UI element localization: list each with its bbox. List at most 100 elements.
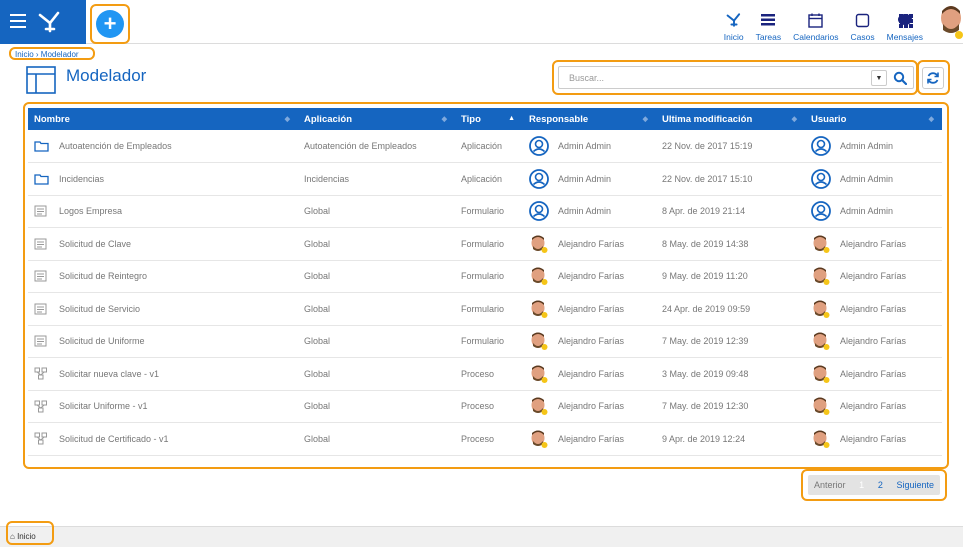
- admin-avatar-icon: [529, 201, 549, 222]
- cell-aplicacion: Incidencias: [298, 162, 455, 196]
- col-tipo[interactable]: Tipo ▲: [455, 108, 523, 130]
- search-box[interactable]: Buscar... ▼: [558, 66, 914, 89]
- breadcrumb[interactable]: Inicio › Modelador: [12, 49, 82, 60]
- table-row[interactable]: Solicitud de Certificado - v1 Global Proce…: [28, 422, 942, 456]
- row-name: Solicitud de Reintegro: [59, 271, 148, 282]
- cell-tipo: Proceso: [455, 390, 523, 423]
- user-name: Alejandro Farías: [840, 401, 907, 412]
- apps-grid-icon[interactable]: [899, 14, 913, 28]
- table-row[interactable]: Solicitar Uniforme - v1 Global Proceso Alej…: [28, 390, 942, 423]
- app-logo-icon[interactable]: [36, 8, 64, 36]
- cell-nombre[interactable]: Solicitar Uniforme - v1: [28, 390, 298, 423]
- footer-home-label: Inicio: [17, 532, 36, 541]
- owner-name: Admin Admin: [558, 206, 612, 217]
- chevron-down-icon[interactable]: ▼: [871, 70, 887, 86]
- user-photo-avatar: [813, 365, 830, 383]
- col-ultima-modificacion[interactable]: Ultima modificación ◆: [656, 108, 805, 130]
- top-bar: + Inicio Tareas Calendarios Casos Mensaj…: [0, 0, 963, 44]
- cell-aplicacion: Global: [298, 292, 455, 326]
- prev-page-button[interactable]: Anterior: [814, 480, 846, 490]
- user-photo-avatar: [531, 332, 548, 351]
- cell-responsable: Admin Admin: [523, 195, 656, 228]
- admin-avatar-icon: [811, 136, 831, 156]
- refresh-button[interactable]: [922, 67, 944, 89]
- cell-nombre[interactable]: Solicitud de Clave: [28, 227, 298, 261]
- cell-ultima-modificacion: 8 May. de 2019 14:38: [656, 227, 805, 261]
- user-name: Admin Admin: [840, 141, 894, 151]
- cell-responsable: Alejandro Farías: [523, 292, 656, 326]
- cell-responsable: Admin Admin: [523, 130, 656, 163]
- cell-aplicacion: Global: [298, 195, 455, 228]
- row-name: Solicitud de Uniforme: [59, 336, 145, 347]
- table-row[interactable]: Solicitud de Clave Global Formulario Alejan…: [28, 227, 942, 261]
- cell-nombre[interactable]: Solicitud de Servicio: [28, 292, 298, 326]
- pagination: Anterior 1 2 Siguiente: [808, 475, 940, 495]
- cell-responsable: Alejandro Farías: [523, 390, 656, 423]
- footer-bar: ⌂ Inicio: [0, 521, 963, 547]
- col-aplicacion[interactable]: Aplicación ◆: [298, 108, 455, 130]
- table-row[interactable]: Solicitud de Uniforme Global Formulario Ale…: [28, 325, 942, 358]
- cell-nombre[interactable]: Autoatención de Empleados: [28, 130, 298, 163]
- process-icon: [34, 400, 47, 413]
- nav-label: Casos: [850, 32, 875, 42]
- col-responsable[interactable]: Responsable ◆: [523, 108, 656, 130]
- cell-responsable: Alejandro Farías: [523, 227, 656, 261]
- admin-avatar-icon: [529, 136, 549, 156]
- add-button[interactable]: +: [96, 10, 124, 38]
- cell-nombre[interactable]: Incidencias: [28, 162, 298, 196]
- table-row[interactable]: Incidencias Incidencias Aplicación Admin Ad…: [28, 162, 942, 196]
- cell-usuario: Admin Admin: [805, 130, 942, 163]
- cell-nombre[interactable]: Solicitud de Certificado - v1: [28, 422, 298, 456]
- col-usuario[interactable]: Usuario ◆: [805, 108, 942, 130]
- row-name: Incidencias: [59, 173, 105, 184]
- cell-usuario: Alejandro Farías: [805, 227, 942, 261]
- cell-tipo: Formulario: [455, 195, 523, 228]
- cell-usuario: Alejandro Farías: [805, 422, 942, 456]
- cell-nombre[interactable]: Solicitud de Reintegro: [28, 260, 298, 293]
- user-photo-avatar: [813, 300, 830, 318]
- folder-icon: [34, 174, 49, 185]
- nav-tareas[interactable]: Tareas: [750, 4, 788, 42]
- top-nav: Inicio Tareas Calendarios Casos Mensajes: [718, 4, 929, 42]
- user-photo-avatar: [813, 235, 830, 253]
- user-photo-avatar: [813, 397, 830, 416]
- search-input[interactable]: Buscar...: [569, 73, 604, 83]
- nav-label: Tareas: [755, 32, 782, 42]
- form-icon: [34, 205, 47, 217]
- user-avatar[interactable]: [937, 4, 963, 40]
- footer-home-link[interactable]: ⌂ Inicio: [10, 532, 36, 541]
- cell-responsable: Alejandro Farías: [523, 422, 656, 456]
- table-row[interactable]: Solicitar nueva clave - v1 Global Proceso A…: [28, 357, 942, 391]
- cell-aplicacion: Global: [298, 390, 455, 423]
- cell-nombre[interactable]: Solicitar nueva clave - v1: [28, 357, 298, 391]
- page-2-button[interactable]: 2: [878, 480, 883, 490]
- nav-calendarios[interactable]: Calendarios: [787, 4, 844, 42]
- table-row[interactable]: Solicitud de Reintegro Global Formulario Al…: [28, 260, 942, 293]
- cell-nombre[interactable]: Solicitud de Uniforme: [28, 325, 298, 358]
- user-photo-avatar: [813, 332, 830, 351]
- process-icon: [34, 367, 47, 380]
- cell-aplicacion: Global: [298, 357, 455, 391]
- cell-ultima-modificacion: 22 Nov. de 2017 15:19: [656, 130, 805, 163]
- cell-aplicacion: Global: [298, 227, 455, 261]
- row-name: Solicitar Uniforme - v1: [59, 401, 148, 412]
- owner-name: Alejandro Farías: [558, 303, 625, 314]
- nav-inicio[interactable]: Inicio: [718, 4, 750, 42]
- nav-casos[interactable]: Casos: [845, 4, 881, 42]
- admin-avatar-icon: [529, 168, 549, 189]
- table-row[interactable]: Autoatención de Empleados Autoatención de…: [28, 130, 942, 163]
- next-page-button[interactable]: Siguiente: [896, 480, 934, 490]
- form-icon: [34, 303, 47, 315]
- user-name: Alejandro Farías: [840, 238, 907, 249]
- user-photo-avatar: [531, 430, 548, 448]
- col-nombre[interactable]: Nombre ◆: [28, 108, 298, 130]
- table-row[interactable]: Solicitud de Servicio Global Formulario Ale…: [28, 292, 942, 326]
- user-name: Admin Admin: [840, 173, 894, 184]
- search-icon[interactable]: [893, 71, 907, 85]
- cell-responsable: Alejandro Farías: [523, 260, 656, 293]
- current-page: 1: [859, 480, 865, 490]
- square-icon: [855, 13, 870, 27]
- cell-nombre[interactable]: Logos Empresa: [28, 195, 298, 228]
- table-row[interactable]: Logos Empresa Global Formulario Admin Admin…: [28, 195, 942, 228]
- hamburger-icon[interactable]: [10, 14, 26, 28]
